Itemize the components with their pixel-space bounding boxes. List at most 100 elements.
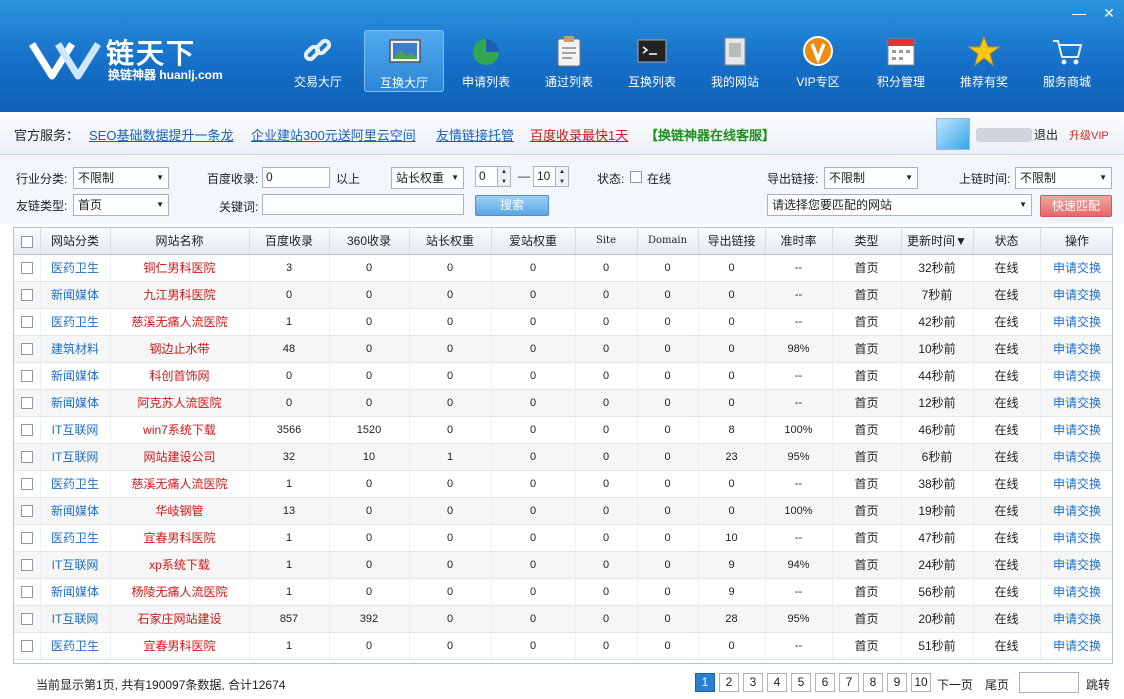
cell-site-name[interactable]: 石家庄网站建设 <box>110 605 250 633</box>
cell-action[interactable]: 申请交换 <box>1040 605 1112 633</box>
nav-service-mall[interactable]: 服务商城 <box>1027 30 1107 92</box>
baidu-index-input[interactable]: 0 <box>262 167 330 188</box>
page-button-3[interactable]: 3 <box>743 673 763 692</box>
nav-my-sites[interactable]: 我的网站 <box>695 30 775 92</box>
row-select-cell[interactable] <box>14 281 41 309</box>
cell-site-name[interactable]: 网站建设公司 <box>110 443 250 471</box>
cell-action[interactable]: 申请交换 <box>1040 551 1112 579</box>
cell-action[interactable]: 申请交换 <box>1040 497 1112 525</box>
cell-site-name[interactable]: 慈溪无痛人流医院 <box>110 470 250 498</box>
cell-category[interactable]: 医药卫生 <box>40 308 111 336</box>
row-checkbox[interactable] <box>20 342 33 355</box>
next-page-link[interactable]: 下一页 <box>937 676 973 693</box>
page-button-8[interactable]: 8 <box>863 673 883 692</box>
page-button-4[interactable]: 4 <box>767 673 787 692</box>
page-button-6[interactable]: 6 <box>815 673 835 692</box>
cell-category[interactable]: 新闻媒体 <box>40 281 111 309</box>
row-checkbox[interactable] <box>20 288 33 301</box>
row-select-cell[interactable] <box>14 632 41 660</box>
cell-category[interactable]: IT互联网 <box>40 443 111 471</box>
row-select-cell[interactable] <box>14 308 41 336</box>
weight-type-select[interactable]: 站长权重 ▼ <box>391 167 464 189</box>
cell-site-name[interactable]: 宜春男科医院 <box>110 632 250 660</box>
link-time-select[interactable]: 不限制 ▼ <box>1015 167 1112 189</box>
nav-points[interactable]: 积分管理 <box>861 30 941 92</box>
cell-site-name[interactable]: win7系统下载 <box>110 416 250 444</box>
cell-action[interactable]: 申请交换 <box>1040 578 1112 606</box>
quick-match-button[interactable]: 快速匹配 <box>1040 195 1112 217</box>
cell-category[interactable]: 新闻媒体 <box>40 389 111 417</box>
cell-site-name[interactable]: 科创首饰网 <box>110 362 250 390</box>
online-support-link[interactable]: 【换链神器在线客服】 <box>645 125 775 144</box>
cell-action[interactable]: 申请交换 <box>1040 362 1112 390</box>
cell-action[interactable]: 申请交换 <box>1040 470 1112 498</box>
row-select-cell[interactable] <box>14 551 41 579</box>
row-select-cell[interactable] <box>14 578 41 606</box>
avatar[interactable] <box>936 118 970 150</box>
export-links-select[interactable]: 不限制 ▼ <box>824 167 918 189</box>
weight-min-input[interactable]: 0 <box>475 166 499 187</box>
row-checkbox[interactable] <box>20 396 33 409</box>
weight-min-spinner[interactable]: ▲ ▼ <box>497 166 511 187</box>
row-select-cell[interactable] <box>14 362 41 390</box>
weight-max-spinner[interactable]: ▲ ▼ <box>555 166 569 187</box>
cell-action[interactable]: 申请交换 <box>1040 632 1112 660</box>
row-checkbox[interactable] <box>20 315 33 328</box>
cell-action[interactable]: 申请交换 <box>1040 524 1112 552</box>
cell-action[interactable]: 申请交换 <box>1040 389 1112 417</box>
cell-category[interactable]: 新闻媒体 <box>40 497 111 525</box>
nav-passed-list[interactable]: 通过列表 <box>529 30 609 92</box>
nav-exchange-hall[interactable]: 互换大厅 <box>364 30 444 92</box>
nav-vip-zone[interactable]: VIP专区 <box>778 30 858 92</box>
row-select-cell[interactable] <box>14 524 41 552</box>
promo-link-link-hosting[interactable]: 友情链接托管 <box>436 125 514 144</box>
row-checkbox[interactable] <box>20 531 33 544</box>
cell-category[interactable]: 医药卫生 <box>40 470 111 498</box>
select-all-cell[interactable] <box>14 228 41 255</box>
row-select-cell[interactable] <box>14 335 41 363</box>
cell-category[interactable]: 医药卫生 <box>40 524 111 552</box>
industry-select[interactable]: 不限制 ▼ <box>73 167 169 189</box>
cell-action[interactable]: 申请交换 <box>1040 416 1112 444</box>
row-checkbox[interactable] <box>20 585 33 598</box>
nav-exchange-list[interactable]: 互换列表 <box>612 30 692 92</box>
keyword-input[interactable] <box>262 194 464 215</box>
nav-referral[interactable]: 推荐有奖 <box>944 30 1024 92</box>
cell-category[interactable]: 医药卫生 <box>40 254 111 282</box>
cell-site-name[interactable]: 铜仁男科医院 <box>110 254 250 282</box>
search-button[interactable]: 搜索 <box>475 195 549 216</box>
row-checkbox[interactable] <box>20 504 33 517</box>
close-button[interactable]: ✕ <box>1096 3 1122 23</box>
cell-category[interactable]: IT互联网 <box>40 416 111 444</box>
cell-action[interactable]: 申请交换 <box>1040 443 1112 471</box>
cell-site-name[interactable]: 慈溪无痛人流医院 <box>110 308 250 336</box>
cell-category[interactable]: 新闻媒体 <box>40 578 111 606</box>
page-button-7[interactable]: 7 <box>839 673 859 692</box>
link-type-select[interactable]: 首页 ▼ <box>73 194 169 216</box>
cell-site-name[interactable]: xp系统下载 <box>110 551 250 579</box>
minimize-button[interactable]: — <box>1066 3 1092 23</box>
cell-site-name[interactable]: 杨陵无痛人流医院 <box>110 578 250 606</box>
row-checkbox[interactable] <box>20 261 33 274</box>
page-button-10[interactable]: 10 <box>911 673 931 692</box>
row-select-cell[interactable] <box>14 254 41 282</box>
cell-action[interactable]: 申请交换 <box>1040 335 1112 363</box>
online-checkbox[interactable] <box>630 171 642 183</box>
row-checkbox[interactable] <box>20 369 33 382</box>
last-page-link[interactable]: 尾页 <box>985 676 1009 693</box>
jump-page-input[interactable] <box>1019 672 1079 693</box>
cell-site-name[interactable]: 华岐钢管 <box>110 497 250 525</box>
cell-category[interactable]: IT互联网 <box>40 551 111 579</box>
cell-site-name[interactable]: 宜春男科医院 <box>110 524 250 552</box>
promo-link-seo[interactable]: SEO基础数据提升一条龙 <box>89 125 233 144</box>
cell-site-name[interactable]: 九江男科医院 <box>110 281 250 309</box>
page-button-9[interactable]: 9 <box>887 673 907 692</box>
row-checkbox[interactable] <box>20 450 33 463</box>
row-select-cell[interactable] <box>14 416 41 444</box>
row-checkbox[interactable] <box>20 639 33 652</box>
row-select-cell[interactable] <box>14 497 41 525</box>
row-checkbox[interactable] <box>20 558 33 571</box>
cell-category[interactable]: 新闻媒体 <box>40 362 111 390</box>
cell-action[interactable]: 申请交换 <box>1040 281 1112 309</box>
cell-action[interactable]: 申请交换 <box>1040 308 1112 336</box>
